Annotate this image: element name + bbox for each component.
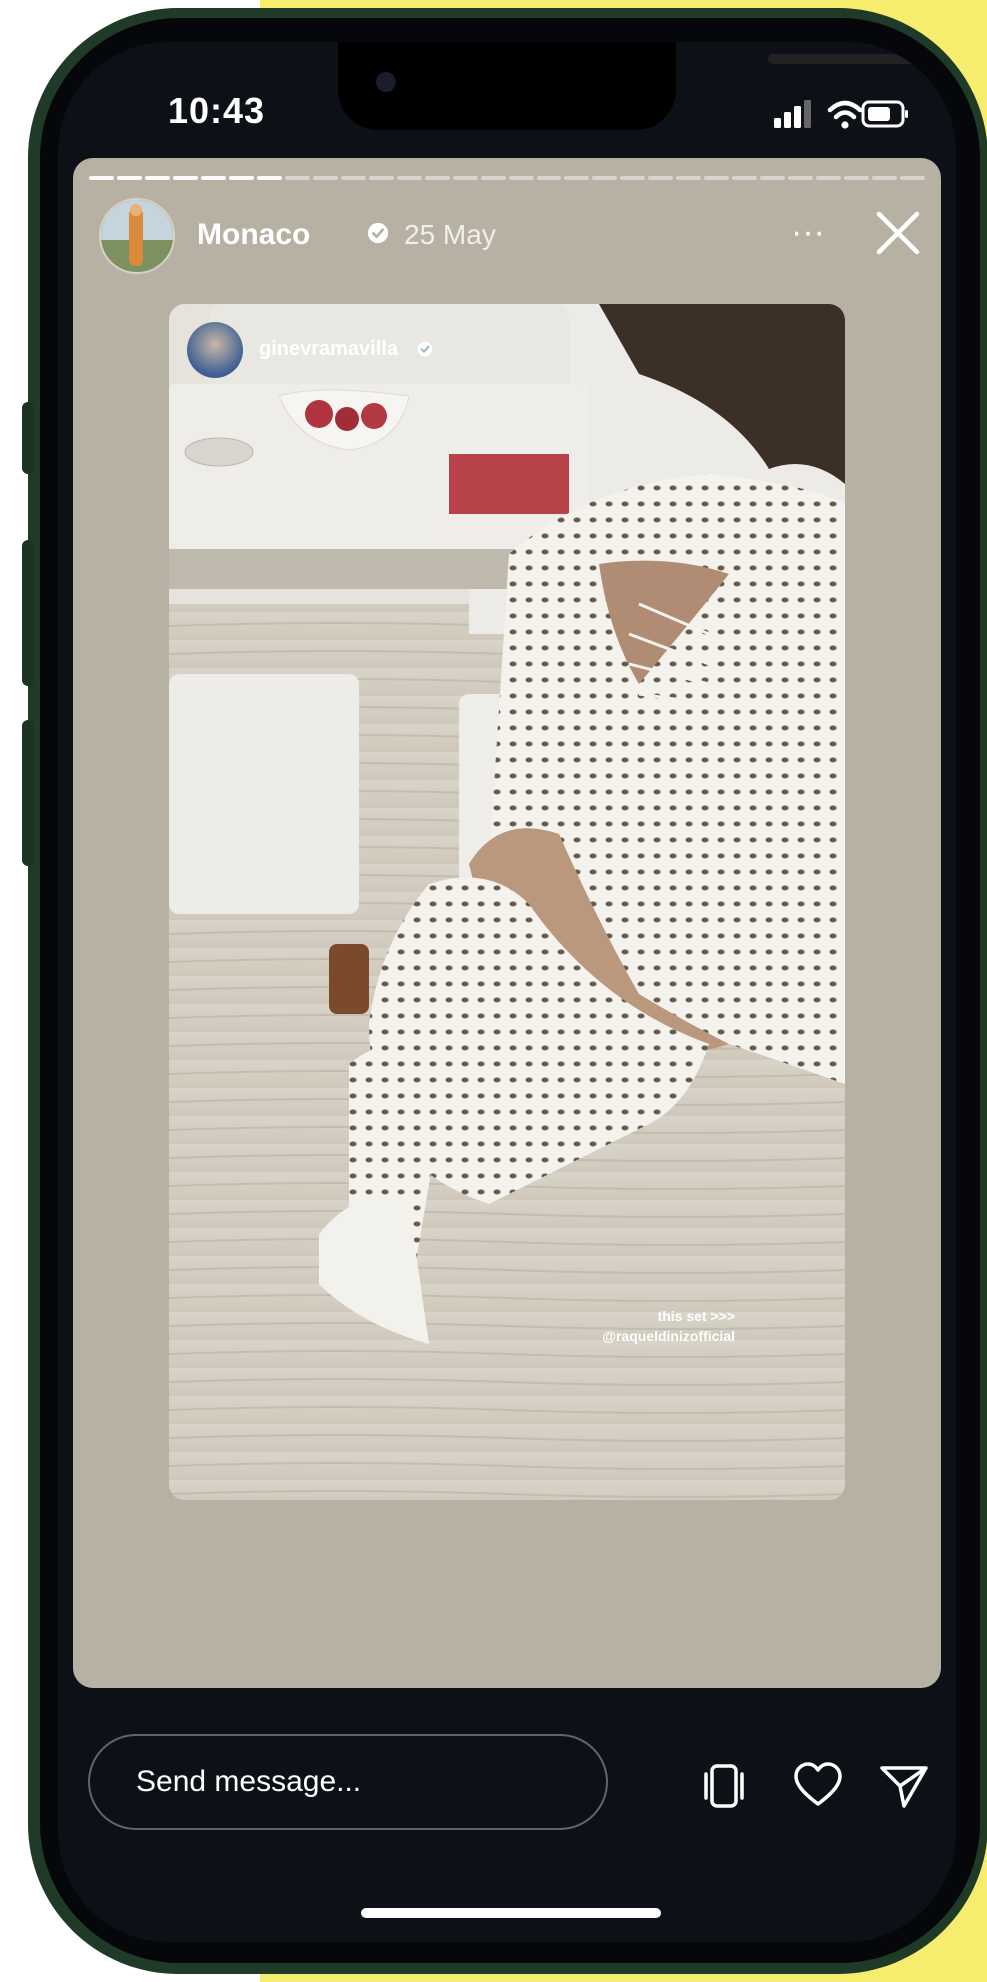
progress-segment xyxy=(116,176,142,180)
progress-segment xyxy=(704,176,730,180)
progress-segment xyxy=(172,176,198,180)
progress-segment xyxy=(340,176,366,180)
verified-icon xyxy=(417,341,433,357)
progress-segment xyxy=(228,176,254,180)
progress-segment xyxy=(452,176,478,180)
progress-segment xyxy=(144,176,170,180)
story-photo: ginevramavilla this set >>> @raqueldiniz… xyxy=(169,304,845,1500)
progress-segment xyxy=(620,176,646,180)
close-icon[interactable] xyxy=(871,206,925,260)
progress-segment xyxy=(676,176,702,180)
progress-segment xyxy=(284,176,310,180)
send-message-input[interactable]: Send message... xyxy=(88,1734,608,1830)
progress-segment xyxy=(732,176,758,180)
status-icons xyxy=(774,100,908,129)
front-camera xyxy=(376,72,396,92)
progress-segment xyxy=(256,176,282,180)
progress-segment xyxy=(788,176,814,180)
save-icon[interactable] xyxy=(698,1760,750,1812)
send-icon[interactable] xyxy=(878,1760,930,1812)
heart-icon[interactable] xyxy=(792,1760,844,1812)
mentioned-username[interactable]: ginevramavilla xyxy=(259,338,398,361)
signal-icon xyxy=(774,100,811,128)
progress-segment xyxy=(424,176,450,180)
mentioned-user-avatar xyxy=(187,322,243,378)
story-date: 25 May xyxy=(404,219,496,250)
volume-up-button xyxy=(22,540,34,686)
progress-segment xyxy=(564,176,590,180)
volume-down-button xyxy=(22,720,34,866)
story-viewer[interactable]: Monaco 25 May ··· ginevramavilla this se… xyxy=(73,158,941,1688)
progress-segment xyxy=(396,176,422,180)
wifi-icon xyxy=(827,100,863,129)
progress-segment xyxy=(89,176,114,180)
caption-line: this set >>> xyxy=(657,1308,735,1324)
story-caption: this set >>> @raqueldinizofficial xyxy=(602,1306,735,1346)
progress-segment xyxy=(312,176,338,180)
progress-segment xyxy=(368,176,394,180)
screen: 10:43 Monaco 25 May ··· ginevramavilla t… xyxy=(58,42,956,1942)
battery-icon xyxy=(861,100,908,128)
outfit-photo xyxy=(169,304,845,1500)
speaker xyxy=(768,54,924,64)
verified-icon xyxy=(367,222,389,244)
progress-segment xyxy=(648,176,674,180)
story-header: Monaco 25 May ··· xyxy=(99,198,920,278)
progress-segment xyxy=(200,176,226,180)
progress-segment xyxy=(592,176,618,180)
author-name[interactable]: Monaco xyxy=(197,218,310,252)
more-options-button[interactable]: ··· xyxy=(781,212,835,252)
progress-segment xyxy=(872,176,898,180)
progress-segment xyxy=(480,176,506,180)
progress-segment xyxy=(816,176,842,180)
story-progress xyxy=(89,176,926,180)
author-avatar[interactable] xyxy=(99,198,175,274)
mute-switch xyxy=(22,402,34,474)
caption-mention[interactable]: @raqueldinizofficial xyxy=(602,1326,735,1346)
progress-segment xyxy=(536,176,562,180)
progress-segment xyxy=(508,176,534,180)
home-indicator[interactable] xyxy=(361,1908,661,1918)
progress-segment xyxy=(844,176,870,180)
message-composer: Send message... xyxy=(88,1734,928,1834)
status-time: 10:43 xyxy=(168,90,266,131)
progress-segment xyxy=(900,176,926,180)
progress-segment xyxy=(760,176,786,180)
